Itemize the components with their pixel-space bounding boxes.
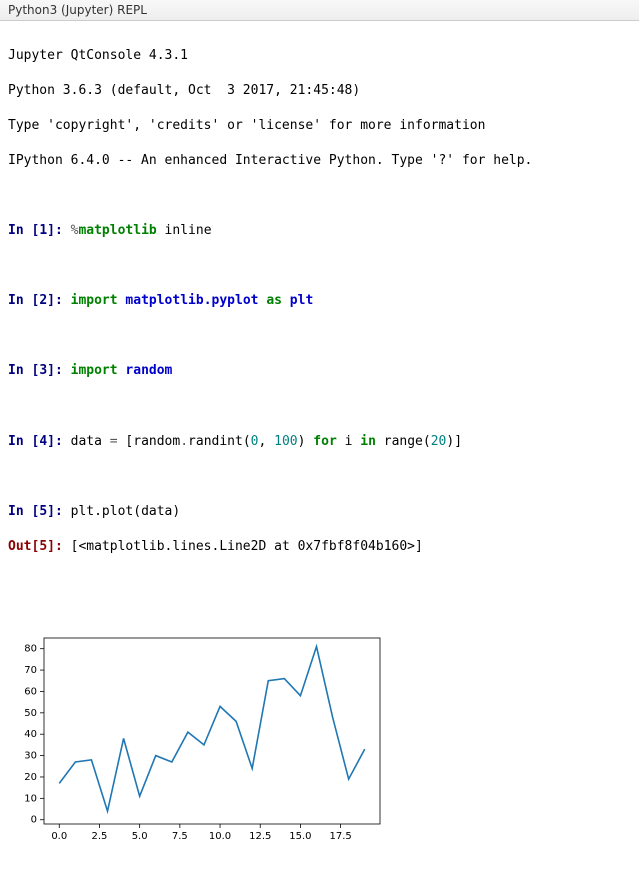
- repl-console[interactable]: Jupyter QtConsole 4.3.1 Python 3.6.3 (de…: [0, 21, 639, 895]
- out-prompt: Out[5]:: [8, 539, 63, 554]
- x-tick-label: 15.0: [289, 831, 311, 842]
- code-text: plt.plot(data): [71, 504, 181, 519]
- blank-line: [8, 468, 631, 486]
- magic-arg: inline: [157, 223, 212, 238]
- keyword-import: import: [71, 363, 118, 378]
- x-tick-label: 12.5: [249, 831, 271, 842]
- y-tick-label: 50: [24, 707, 37, 718]
- y-tick-label: 70: [24, 665, 37, 676]
- x-tick-label: 17.5: [329, 831, 351, 842]
- module-alias: plt: [290, 293, 313, 308]
- blank-line: [8, 327, 631, 345]
- blank-line: [8, 187, 631, 205]
- input-cell-4: In [4]: data = [random.randint(0, 100) f…: [8, 433, 631, 451]
- keyword-as: as: [266, 293, 282, 308]
- y-tick-label: 0: [31, 814, 37, 825]
- banner-line: Python 3.6.3 (default, Oct 3 2017, 21:45…: [8, 82, 631, 100]
- blank-line: [8, 397, 631, 415]
- in-prompt: In [3]:: [8, 363, 63, 378]
- in-prompt: In [4]:: [8, 434, 63, 449]
- magic-name: matplotlib: [78, 223, 156, 238]
- in-prompt: In [2]:: [8, 293, 63, 308]
- y-tick-label: 30: [24, 750, 37, 761]
- banner-line: IPython 6.4.0 -- An enhanced Interactive…: [8, 152, 631, 170]
- blank-line: [8, 257, 631, 275]
- input-cell-5: In [5]: plt.plot(data): [8, 503, 631, 521]
- plot-frame: [44, 638, 380, 824]
- keyword-for: for: [313, 434, 336, 449]
- x-tick-label: 7.5: [172, 831, 188, 842]
- y-tick-label: 40: [24, 729, 37, 740]
- module-name: random: [125, 363, 172, 378]
- y-tick-label: 20: [24, 772, 37, 783]
- keyword-import: import: [71, 293, 118, 308]
- module-name: matplotlib.pyplot: [125, 293, 258, 308]
- window-titlebar: Python3 (Jupyter) REPL: [0, 0, 639, 21]
- number-literal: 0: [251, 434, 259, 449]
- in-prompt: In [1]:: [8, 223, 63, 238]
- line-chart: 0.0 2.5 5.0 7.5 10.0 12.5 15.0 17.5 0 10 20 30 40 50 6…: [8, 632, 388, 848]
- input-cell-2: In [2]: import matplotlib.pyplot as plt: [8, 292, 631, 310]
- output-cell-5: Out[5]: [<matplotlib.lines.Line2D at 0x7…: [8, 538, 631, 556]
- banner-line: Jupyter QtConsole 4.3.1: [8, 47, 631, 65]
- keyword-in: in: [360, 434, 376, 449]
- window-title: Python3 (Jupyter) REPL: [8, 3, 147, 17]
- x-tick-label: 5.0: [132, 831, 148, 842]
- input-cell-3: In [3]: import random: [8, 362, 631, 380]
- number-literal: 20: [431, 434, 447, 449]
- input-cell-1: In [1]: %matplotlib inline: [8, 222, 631, 240]
- data-line: [59, 646, 364, 811]
- y-tick-label: 80: [24, 643, 37, 654]
- banner-line: Type 'copyright', 'credits' or 'license'…: [8, 117, 631, 135]
- in-prompt: In [5]:: [8, 504, 63, 519]
- x-tick-label: 2.5: [92, 831, 108, 842]
- var-name: data: [71, 434, 110, 449]
- output-text: [<matplotlib.lines.Line2D at 0x7fbf8f04b…: [71, 539, 423, 554]
- x-tick-label: 0.0: [51, 831, 67, 842]
- y-tick-label: 10: [24, 793, 37, 804]
- number-literal: 100: [274, 434, 297, 449]
- y-tick-label: 60: [24, 686, 37, 697]
- plot-output: 0.0 2.5 5.0 7.5 10.0 12.5 15.0 17.5 0 10 20 30 40 50 6…: [8, 597, 631, 866]
- x-tick-label: 10.0: [209, 831, 231, 842]
